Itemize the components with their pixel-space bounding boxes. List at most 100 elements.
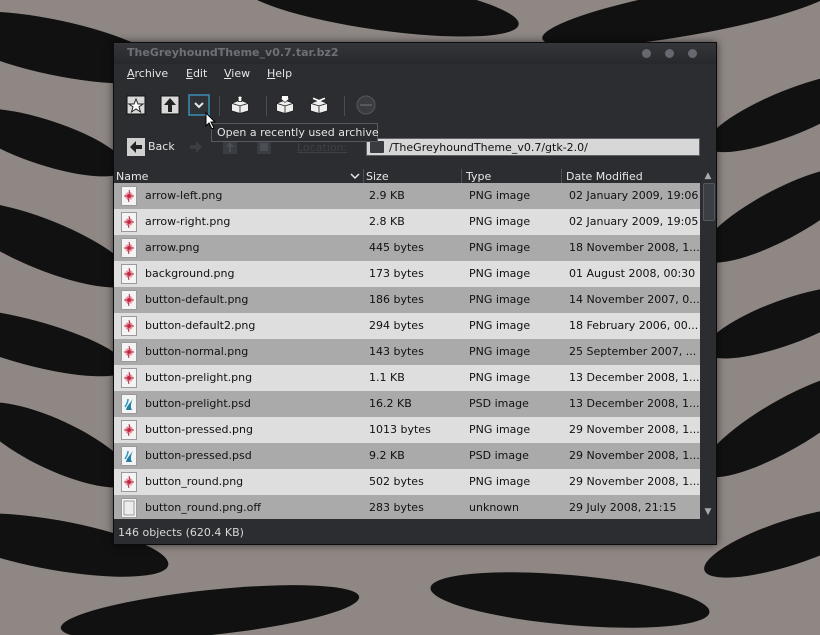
maximize-button[interactable] xyxy=(665,49,674,58)
cell-name: button_round.png.off xyxy=(145,501,261,514)
cell-date: 29 November 2008, 1... xyxy=(569,475,700,488)
cell-size: 9.2 KB xyxy=(369,449,405,462)
table-row[interactable]: button_round.png 502 bytes PNG image 29 Nov… xyxy=(114,469,700,495)
new-archive-icon xyxy=(126,95,146,115)
cell-date: 18 February 2006, 00... xyxy=(569,319,699,332)
add-folder-box-icon xyxy=(310,97,328,114)
menu-edit[interactable]: Edit xyxy=(186,67,207,80)
menu-help[interactable]: Help xyxy=(267,67,292,80)
open-archive-button[interactable] xyxy=(159,94,181,116)
cell-size: 186 bytes xyxy=(369,293,424,306)
new-archive-button[interactable] xyxy=(125,94,147,116)
arrow-right-icon[interactable] xyxy=(186,137,206,157)
table-row[interactable]: arrow-left.png 2.9 KB PNG image 02 January … xyxy=(114,183,700,209)
cell-date: 29 July 2008, 21:15 xyxy=(569,501,677,514)
open-archive-icon xyxy=(160,95,180,115)
cell-date: 29 November 2008, 1... xyxy=(569,449,700,462)
toolbar-separator xyxy=(266,96,267,116)
cell-name: button_round.png xyxy=(145,475,244,488)
png-file-icon xyxy=(121,472,137,492)
column-divider[interactable] xyxy=(561,169,562,183)
table-row[interactable]: button-prelight.png 1.1 KB PNG image 13 Dec… xyxy=(114,365,700,391)
cell-name: button-default.png xyxy=(145,293,249,306)
menu-archive[interactable]: Archive xyxy=(127,67,168,80)
table-row[interactable]: background.png 173 bytes PNG image 01 Augus… xyxy=(114,261,700,287)
cell-size: 16.2 KB xyxy=(369,397,412,410)
cell-type: PNG image xyxy=(469,345,531,358)
cell-date: 18 November 2008, 1... xyxy=(569,241,700,254)
cell-size: 445 bytes xyxy=(369,241,424,254)
sort-chevron-down-icon[interactable] xyxy=(350,171,360,181)
cell-size: 173 bytes xyxy=(369,267,424,280)
cell-type: PNG image xyxy=(469,293,531,306)
table-row[interactable]: arrow.png 445 bytes PNG image 18 November 2… xyxy=(114,235,700,261)
status-bar: 146 objects (620.4 KB) xyxy=(114,521,716,544)
extract-button[interactable] xyxy=(229,94,255,116)
table-row[interactable]: button-pressed.psd 9.2 KB PSD image 29 Nove… xyxy=(114,443,700,469)
location-field[interactable]: /TheGreyhoundTheme_v0.7/gtk-2.0/ xyxy=(366,138,700,156)
cell-size: 1.1 KB xyxy=(369,371,405,384)
cell-size: 502 bytes xyxy=(369,475,424,488)
cell-size: 1013 bytes xyxy=(369,423,431,436)
scroll-up-icon[interactable]: ▲ xyxy=(702,170,714,182)
menu-view[interactable]: View xyxy=(224,67,250,80)
window-title: TheGreyhoundTheme_v0.7.tar.bz2 xyxy=(127,46,339,59)
close-button[interactable] xyxy=(688,49,697,58)
add-files-button[interactable] xyxy=(274,94,300,116)
psd-file-icon xyxy=(121,394,137,414)
png-file-icon xyxy=(121,316,137,336)
cell-type: PNG image xyxy=(469,475,531,488)
cell-name: button-default2.png xyxy=(145,319,256,332)
column-header-type[interactable]: Type xyxy=(466,170,491,183)
cell-name: button-pressed.psd xyxy=(145,449,252,462)
column-header-date[interactable]: Date Modified xyxy=(566,170,643,183)
cell-name: button-normal.png xyxy=(145,345,249,358)
cell-type: PNG image xyxy=(469,267,531,280)
column-divider[interactable] xyxy=(461,169,462,183)
add-folder-button[interactable] xyxy=(308,94,334,116)
table-row[interactable]: button-pressed.png 1013 bytes PNG image 29 … xyxy=(114,417,700,443)
cell-size: 283 bytes xyxy=(369,501,424,514)
stop-icon xyxy=(356,95,376,115)
column-header-size[interactable]: Size xyxy=(366,170,389,183)
cell-type: PNG image xyxy=(469,189,531,202)
add-files-box-icon xyxy=(276,95,294,114)
cell-name: button-prelight.psd xyxy=(145,397,251,410)
vertical-scrollbar[interactable]: ▲ ▼ xyxy=(700,169,716,519)
png-file-icon xyxy=(121,238,137,258)
file-list: Name Size Type Date Modified arrow-left.… xyxy=(114,169,700,519)
status-text: 146 objects (620.4 KB) xyxy=(118,526,244,539)
cell-date: 02 January 2009, 19:06 xyxy=(569,189,699,202)
png-file-icon xyxy=(121,368,137,388)
column-divider[interactable] xyxy=(363,169,364,183)
cell-type: PNG image xyxy=(469,319,531,332)
psd-file-icon xyxy=(121,446,137,466)
location-bar: Back Location: /TheGreyhoundTheme_v0.7/g… xyxy=(114,129,716,163)
table-row[interactable]: button-default.png 186 bytes PNG image 14 N… xyxy=(114,287,700,313)
menu-bar: Archive Edit View Help xyxy=(114,64,716,84)
table-row[interactable]: arrow-right.png 2.8 KB PNG image 02 January… xyxy=(114,209,700,235)
table-row[interactable]: button-normal.png 143 bytes PNG image 25 Se… xyxy=(114,339,700,365)
cell-type: PSD image xyxy=(469,449,529,462)
png-file-icon xyxy=(121,186,137,206)
table-row[interactable]: button-prelight.psd 16.2 KB PSD image 13 De… xyxy=(114,391,700,417)
table-row[interactable]: button-default2.png 294 bytes PNG image 18 … xyxy=(114,313,700,339)
column-header-name[interactable]: Name xyxy=(116,170,148,183)
title-bar[interactable]: TheGreyhoundTheme_v0.7.tar.bz2 xyxy=(114,43,716,64)
cell-date: 25 September 2007, ... xyxy=(569,345,697,358)
file-rows: arrow-left.png 2.9 KB PNG image 02 January … xyxy=(114,183,700,519)
back-button[interactable]: Back xyxy=(126,137,178,157)
cell-date: 01 August 2008, 00:30 xyxy=(569,267,696,280)
cell-name: arrow-left.png xyxy=(145,189,223,202)
scroll-thumb[interactable] xyxy=(703,183,715,221)
extract-box-icon xyxy=(231,95,249,114)
cell-name: arrow-right.png xyxy=(145,215,231,228)
file-roller-window: TheGreyhoundTheme_v0.7.tar.bz2 Archive Ed… xyxy=(113,42,717,545)
png-file-icon xyxy=(121,212,137,232)
cell-type: PNG image xyxy=(469,215,531,228)
cell-type: unknown xyxy=(469,501,519,514)
stop-button[interactable] xyxy=(355,94,377,116)
scroll-down-icon[interactable]: ▼ xyxy=(702,506,714,518)
minimize-button[interactable] xyxy=(642,49,651,58)
table-row[interactable]: button_round.png.off 283 bytes unknown 29 J… xyxy=(114,495,700,519)
